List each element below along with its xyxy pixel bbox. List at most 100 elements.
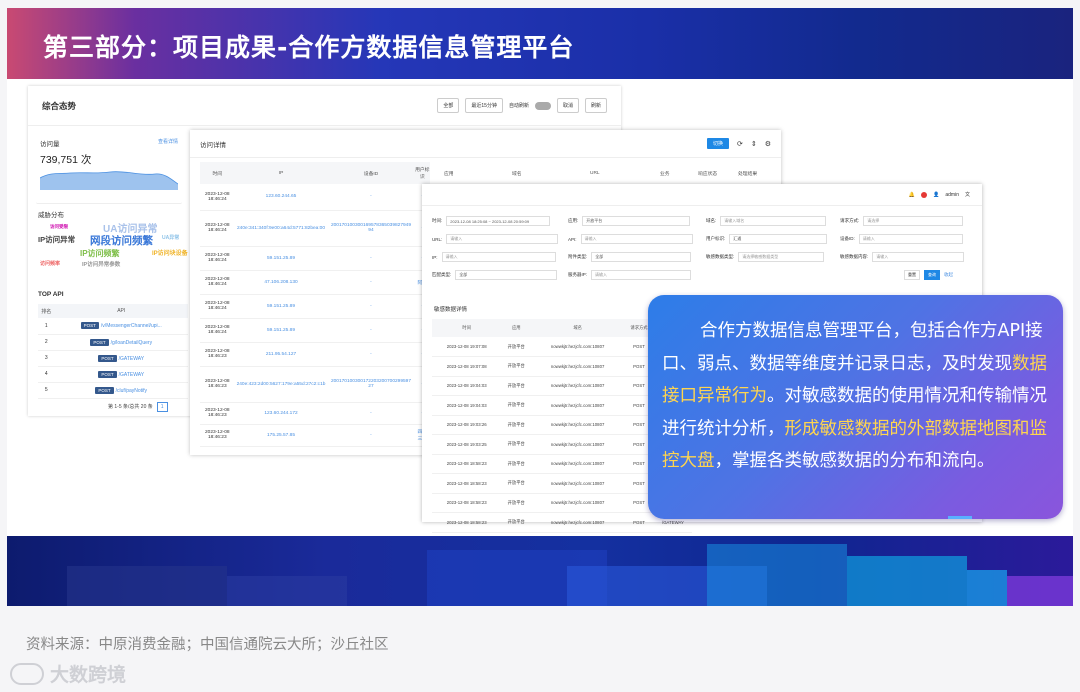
attachment-type-select[interactable]: 全部: [591, 252, 692, 262]
col-time: 时间: [200, 162, 235, 184]
col-url: URL: [590, 170, 600, 176]
watermark-logo-icon: [10, 662, 44, 685]
api-link[interactable]: /v/MessengerChannel/upi...: [101, 323, 162, 329]
cloud-word: IP访问频繁: [80, 249, 120, 258]
decorative-band: [7, 536, 1073, 606]
user-id-input[interactable]: 汇通: [729, 234, 828, 244]
column-height-icon[interactable]: ⇕: [751, 140, 757, 148]
cloud-word: UA异常: [162, 235, 180, 241]
cloud-word: 网段访问频繁: [90, 235, 153, 247]
table-row: 1 POST/v/MessengerChannel/upi...: [38, 318, 188, 335]
cloud-word: IP访问块设备: [152, 251, 188, 257]
threat-title: 威胁分布: [38, 212, 64, 219]
col-result: 处理结果: [738, 171, 758, 177]
overview-title: 综合态势: [42, 100, 77, 111]
switch-button[interactable]: 切换: [706, 138, 729, 149]
col-device: 设备ID: [327, 162, 415, 184]
api-link[interactable]: /GATEWAY: [119, 372, 144, 378]
device-id-input[interactable]: 请输入: [858, 234, 963, 244]
col-ip: IP: [234, 162, 328, 184]
url-input[interactable]: 请输入: [446, 234, 559, 244]
col-biz: 业务: [660, 171, 670, 177]
filter-all-select[interactable]: 全部: [437, 98, 460, 113]
table-row: 2023-12-08 18:46:2459.151.25.89--: [200, 294, 430, 319]
refresh-button[interactable]: 刷新: [584, 98, 607, 113]
summary-callout: 合作方数据信息管理平台，包括合作方API接口、弱点、数据等维度并记录日志，及时发…: [648, 295, 1063, 519]
domain-input[interactable]: 请输入域名: [720, 216, 827, 226]
overview-header: 综合态势 全部 最近15分钟 自动刷新 取消 刷新: [28, 86, 621, 126]
source-note: 资料来源：中原消费金融；中国信通院云大所；沙丘社区: [26, 637, 389, 653]
visits-label: 访问量: [40, 141, 60, 148]
top-bar: 🔔 👤 admin 文: [422, 184, 982, 206]
cloud-word: IP访问异常: [38, 235, 76, 244]
table-row: 2023-12-08 18:46:23123.60.244.172--: [200, 402, 430, 425]
visits-card: 访问量 查看详情 739,751 次: [36, 132, 182, 204]
visits-detail-link[interactable]: 查看详情: [158, 138, 178, 145]
sensitive-content-input[interactable]: 请输入: [872, 252, 965, 262]
app-select[interactable]: 开放平台: [582, 216, 691, 226]
cloud-word: IP访问异常参数: [82, 262, 121, 268]
table-row: 2023-12-08 18:46:23 240e:423:2d00:5627:17…: [200, 366, 430, 403]
settings-icon[interactable]: ⚙: [765, 140, 771, 148]
visits-value: 739,751 次: [40, 154, 92, 166]
col-user: 用户标识: [414, 162, 430, 184]
time-range-select[interactable]: 最近15分钟: [465, 98, 503, 113]
api-link[interactable]: /cluf/payNotify: [116, 388, 147, 394]
callout-accent: [948, 516, 972, 519]
table-row: 2023-12-08 18:46:2459.151.25.89--: [200, 318, 430, 343]
sensitive-type-select[interactable]: 请选择敏感数据类型: [738, 252, 825, 262]
threat-word-cloud: UA访问异常 IP访问异常 网段访问频繁 IP访问频繁 IP访问块设备 IP访问…: [38, 220, 188, 280]
table-row: 4 POST/GATEWAY: [38, 366, 188, 383]
sensitive-detail-title: 敏感数据详情: [434, 307, 468, 313]
table-row: 2023-12-08 18:46:24123.60.244.65--: [200, 184, 430, 211]
cancel-button[interactable]: 取消: [556, 98, 579, 113]
col-time: 时间: [432, 319, 502, 337]
pager-text: 第 1-5 条/总共 20 条: [108, 404, 153, 410]
page-number[interactable]: 1: [156, 402, 168, 412]
collapse-link[interactable]: 收起: [944, 272, 953, 278]
cloud-word: 访问频率: [40, 261, 61, 267]
slide-title: 第三部分：项目成果-合作方数据信息管理平台: [43, 33, 575, 62]
col-app: 应用: [501, 319, 532, 337]
col-rank: 排名: [38, 304, 55, 318]
top-api-table: 排名 API 1 POST/v/MessengerChannel/upi... 2P…: [38, 304, 188, 399]
server-ip-input[interactable]: 请输入: [591, 270, 692, 280]
api-input[interactable]: 请输入: [580, 234, 693, 244]
refresh-icon[interactable]: ⟳: [737, 140, 743, 148]
table-row: 2 POST/g/loanDetailQuery: [38, 334, 188, 351]
col-app: 应用: [444, 171, 454, 177]
visits-detail-header: 访问详情 切换 ⟳ ⇕ ⚙: [190, 130, 781, 158]
api-link[interactable]: /GATEWAY: [119, 356, 144, 362]
top-api-title: TOP API: [38, 291, 64, 298]
visits-detail-title: 访问详情: [200, 141, 226, 149]
col-api: API: [54, 304, 188, 318]
user-icon[interactable]: 👤: [933, 192, 939, 198]
pagination: 第 1-5 条/总共 20 条1: [108, 402, 168, 412]
table-row: 2023-12-08 18:46:23175.25.57.85-四融三期: [200, 424, 430, 447]
visits-sparkline: [40, 171, 178, 190]
match-type-select[interactable]: 全部: [455, 270, 558, 280]
callout-text: 合作方数据信息管理平台，包括合作方API接口、弱点、数据等维度并记录日志，及时发…: [662, 321, 1047, 471]
watermark: 大数跨境: [10, 660, 126, 687]
notification-dot: [921, 191, 928, 198]
cloud-word: 访问受限: [50, 224, 68, 229]
col-domain: 域名: [531, 319, 625, 337]
auto-refresh-label: 自动刷新: [508, 103, 529, 109]
reset-button[interactable]: 重置: [904, 270, 920, 280]
translate-icon[interactable]: 文: [965, 191, 970, 198]
api-link[interactable]: /g/loanDetailQuery: [111, 340, 152, 346]
table-row: 2023-12-08 18:46:2459.151.25.89--: [200, 246, 430, 271]
watermark-text: 大数跨境: [50, 664, 127, 686]
filter-form: 时间: 2023-12-08 18:25:08 ~ 2023-12-08 20:5…: [430, 214, 975, 286]
method-select[interactable]: 请选择: [863, 216, 964, 226]
username[interactable]: admin: [945, 192, 959, 198]
auto-refresh-toggle[interactable]: [534, 101, 551, 110]
bell-icon[interactable]: 🔔: [909, 192, 915, 198]
ip-input[interactable]: 请输入: [441, 252, 556, 262]
table-row: 5 POST/cluf/payNotify: [38, 382, 188, 399]
table-row: 2023-12-08 18:46:23211.95.54.127--: [200, 342, 430, 367]
time-range-input[interactable]: 2023-12-08 18:25:08 ~ 2023-12-08 20:59:0…: [446, 216, 551, 226]
table-row: 2023-12-08 18:46:2447.106.208.130-阿贝: [200, 270, 430, 295]
query-button[interactable]: 查询: [924, 270, 940, 280]
table-row: 2023-12-08 18:46:24 240e:341:340f:9e00:a6…: [200, 210, 430, 247]
